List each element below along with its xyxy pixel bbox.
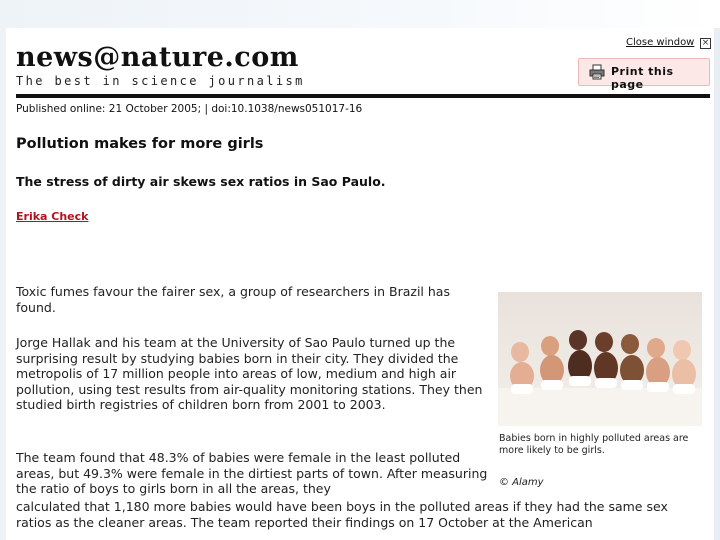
article-paragraph: calculated that 1,180 more babies would …	[16, 499, 668, 530]
site-logo[interactable]: news@nature.com The best in science jour…	[16, 42, 305, 89]
article-headline: Pollution makes for more girls	[16, 136, 264, 152]
photo-credit: © Alamy	[499, 477, 544, 488]
printer-icon	[589, 64, 605, 80]
header-divider	[16, 94, 710, 98]
logo-title: news@nature.com	[16, 42, 299, 73]
article-subheadline: The stress of dirty air skews sex ratios…	[16, 174, 386, 189]
background-right	[714, 28, 720, 540]
article-paragraph: Toxic fumes favour the fairer sex, a gro…	[16, 284, 450, 315]
article-paragraph: The team found that 48.3% of babies were…	[16, 450, 488, 496]
background-top	[0, 0, 720, 28]
logo-tagline: The best in science journalism	[16, 74, 305, 88]
close-icon[interactable]: ×	[700, 38, 711, 49]
article-page: news@nature.com The best in science jour…	[6, 28, 714, 540]
published-info: Published online: 21 October 2005; | doi…	[16, 103, 363, 115]
print-page-button[interactable]: Print this page	[578, 58, 710, 91]
article-paragraph: Jorge Hallak and his team at the Univers…	[16, 335, 483, 412]
babies-photo	[498, 292, 702, 426]
close-window-link[interactable]: Close window	[626, 37, 694, 48]
author-link[interactable]: Erika Check	[16, 210, 88, 223]
print-page-label: Print this page	[611, 65, 674, 91]
photo-caption: Babies born in highly polluted areas are…	[499, 433, 689, 456]
